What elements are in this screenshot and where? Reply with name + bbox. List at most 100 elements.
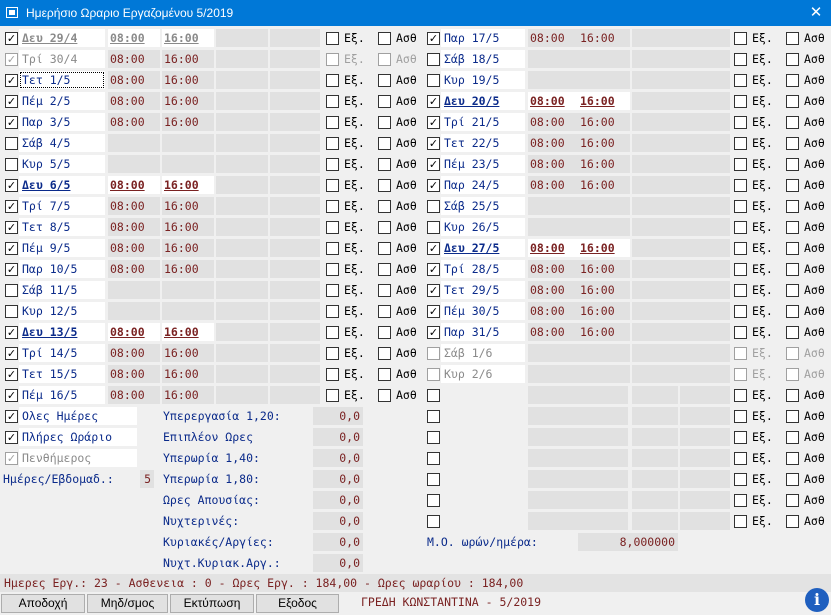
extra-field[interactable] (216, 176, 268, 194)
asth-checkbox[interactable] (786, 221, 799, 234)
extra-field[interactable] (632, 134, 684, 152)
extra-field[interactable] (270, 176, 320, 194)
extra-field[interactable] (680, 155, 730, 173)
day-checkbox[interactable]: ✓ (427, 158, 440, 171)
day-checkbox[interactable] (427, 389, 440, 402)
extra-field[interactable] (632, 71, 684, 89)
time-in-field[interactable]: 08:00 (528, 155, 580, 173)
extra-field[interactable] (270, 323, 320, 341)
ex-checkbox[interactable] (734, 32, 747, 45)
ex-checkbox[interactable] (326, 284, 339, 297)
asth-checkbox[interactable] (378, 158, 391, 171)
ex-checkbox[interactable] (734, 158, 747, 171)
time-in-field[interactable]: 08:00 (108, 260, 160, 278)
ex-checkbox[interactable] (326, 305, 339, 318)
time-out-field[interactable] (578, 71, 630, 89)
time-in-field[interactable]: 08:00 (108, 365, 160, 383)
time-in-field[interactable]: 08:00 (108, 323, 160, 341)
day-checkbox[interactable]: ✓ (5, 389, 18, 402)
time-out-field[interactable]: 16:00 (162, 344, 214, 362)
asth-checkbox[interactable] (786, 137, 799, 150)
blank-field[interactable] (528, 491, 628, 509)
stat-value[interactable]: 0,0 (313, 470, 363, 488)
extra-field[interactable] (632, 176, 684, 194)
asth-checkbox[interactable] (786, 347, 799, 360)
time-in-field[interactable]: 08:00 (108, 386, 160, 404)
blank-field[interactable] (680, 428, 730, 446)
day-checkbox[interactable] (5, 284, 18, 297)
extra-field[interactable] (270, 71, 320, 89)
day-checkbox[interactable]: ✓ (5, 95, 18, 108)
day-checkbox[interactable]: ✓ (427, 32, 440, 45)
day-checkbox[interactable]: ✓ (427, 284, 440, 297)
asth-checkbox[interactable] (786, 452, 799, 465)
extra-field[interactable] (680, 344, 730, 362)
extra-field[interactable] (216, 134, 268, 152)
asth-checkbox[interactable] (378, 305, 391, 318)
avg-hours-value[interactable]: 8,000000 (578, 533, 678, 551)
ex-checkbox[interactable] (326, 389, 339, 402)
extra-field[interactable] (632, 218, 684, 236)
exit-button[interactable]: Εξοδος (256, 594, 339, 613)
extra-field[interactable] (632, 323, 684, 341)
blank-field[interactable] (632, 386, 678, 404)
time-in-field[interactable]: 08:00 (108, 197, 160, 215)
day-checkbox[interactable]: ✓ (5, 347, 18, 360)
extra-field[interactable] (216, 386, 268, 404)
ex-checkbox[interactable] (326, 242, 339, 255)
extra-field[interactable] (216, 260, 268, 278)
extra-field[interactable] (632, 113, 684, 131)
extra-field[interactable] (632, 344, 684, 362)
day-checkbox[interactable]: ✓ (5, 242, 18, 255)
stat-value[interactable]: 0,0 (313, 533, 363, 551)
time-out-field[interactable]: 16:00 (578, 323, 630, 341)
day-checkbox[interactable]: ✓ (427, 116, 440, 129)
extra-field[interactable] (216, 92, 268, 110)
time-out-field[interactable]: 16:00 (162, 386, 214, 404)
day-checkbox[interactable]: ✓ (427, 95, 440, 108)
extra-field[interactable] (270, 218, 320, 236)
day-checkbox[interactable]: ✓ (5, 326, 18, 339)
blank-field[interactable] (528, 449, 628, 467)
extra-field[interactable] (680, 281, 730, 299)
day-checkbox[interactable] (5, 137, 18, 150)
extra-field[interactable] (680, 197, 730, 215)
asth-checkbox[interactable] (378, 389, 391, 402)
day-checkbox[interactable] (427, 473, 440, 486)
time-in-field[interactable]: 08:00 (528, 302, 580, 320)
ex-checkbox[interactable] (326, 53, 339, 66)
extra-field[interactable] (216, 218, 268, 236)
time-in-field[interactable] (528, 344, 580, 362)
day-checkbox[interactable]: ✓ (5, 74, 18, 87)
time-in-field[interactable]: 08:00 (108, 50, 160, 68)
asth-checkbox[interactable] (378, 179, 391, 192)
blank-field[interactable] (528, 428, 628, 446)
blank-field[interactable] (680, 407, 730, 425)
extra-field[interactable] (270, 239, 320, 257)
accept-button[interactable]: Αποδοχή (1, 594, 85, 613)
extra-field[interactable] (632, 260, 684, 278)
day-checkbox[interactable]: ✓ (427, 263, 440, 276)
time-out-field[interactable]: 16:00 (162, 50, 214, 68)
ex-checkbox[interactable] (734, 263, 747, 276)
blank-field[interactable] (528, 512, 628, 530)
extra-field[interactable] (632, 197, 684, 215)
day-checkbox[interactable]: ✓ (427, 326, 440, 339)
ex-checkbox[interactable] (326, 200, 339, 213)
day-checkbox[interactable] (427, 74, 440, 87)
time-in-field[interactable]: 08:00 (108, 176, 160, 194)
stat-value[interactable]: 0,0 (313, 512, 363, 530)
time-in-field[interactable]: 08:00 (528, 281, 580, 299)
ex-checkbox[interactable] (734, 179, 747, 192)
extra-field[interactable] (632, 29, 684, 47)
asth-checkbox[interactable] (786, 263, 799, 276)
extra-field[interactable] (680, 260, 730, 278)
day-checkbox[interactable]: ✓ (427, 137, 440, 150)
extra-field[interactable] (632, 365, 684, 383)
ex-checkbox[interactable] (326, 32, 339, 45)
ex-checkbox[interactable] (326, 158, 339, 171)
extra-field[interactable] (680, 71, 730, 89)
ex-checkbox[interactable] (734, 326, 747, 339)
option-checkbox[interactable]: ✓ (5, 452, 18, 465)
asth-checkbox[interactable] (378, 116, 391, 129)
